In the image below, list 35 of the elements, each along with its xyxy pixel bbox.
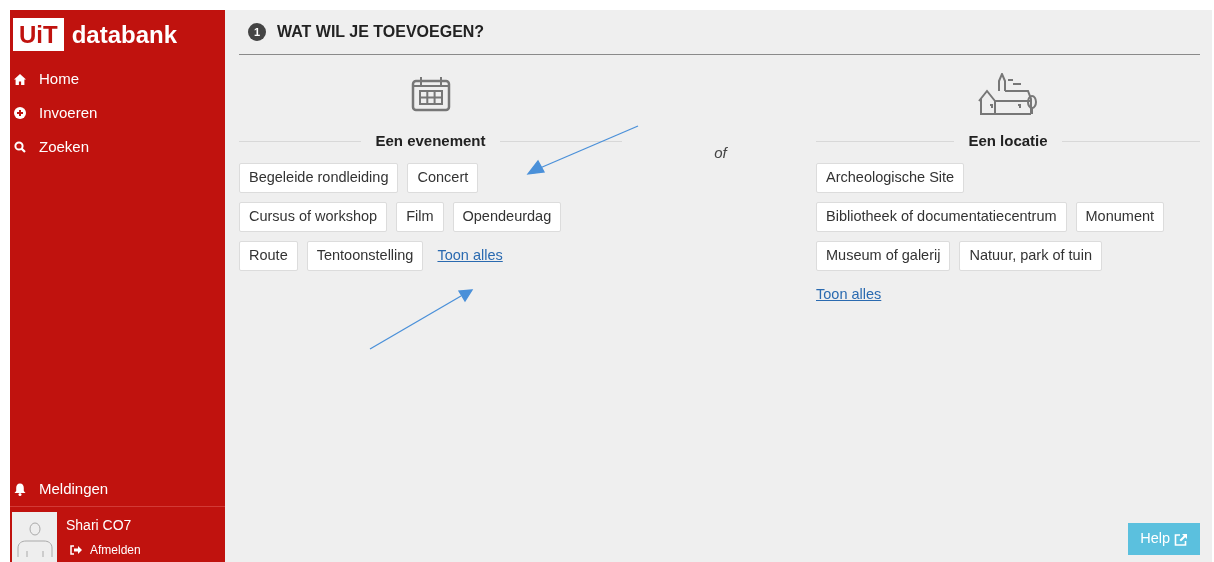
calendar-icon — [410, 76, 451, 112]
section-title: Een evenement — [375, 130, 486, 151]
category-tag[interactable]: Route — [239, 241, 298, 271]
nav-link[interactable]: Home — [10, 62, 225, 96]
category-tag[interactable]: Concert — [407, 163, 479, 193]
search-icon — [14, 141, 26, 153]
category-tag[interactable]: Opendeurdag — [452, 202, 562, 232]
home-icon — [14, 73, 26, 85]
logo-mark: UiT — [13, 18, 64, 51]
category-tag[interactable]: Begeleide rondleiding — [239, 163, 399, 193]
avatar-icon — [12, 512, 57, 562]
category-tag[interactable]: Tentoonstelling — [306, 241, 424, 271]
category-tag[interactable]: Natuur, park of tuin — [959, 241, 1102, 271]
nav-link[interactable]: Zoeken — [10, 130, 225, 164]
bell-icon — [14, 483, 26, 496]
category-tag[interactable]: Museum of galerij — [816, 241, 951, 271]
church-icon — [978, 73, 1038, 115]
logout-link[interactable]: Afmelden — [66, 541, 141, 559]
plus-icon — [14, 107, 26, 119]
section-title: Een locatie — [968, 130, 1048, 151]
nav-link[interactable]: Invoeren — [10, 96, 225, 130]
category-tag[interactable]: Bibliotheek of documentatiecentrum — [816, 202, 1067, 232]
step-number: 1 — [248, 23, 266, 41]
step-title: WAT WIL JE TOEVOEGEN? — [277, 22, 485, 42]
user-name: Shari CO7 — [66, 516, 133, 535]
logo-text: databank — [71, 19, 178, 50]
show-all-link[interactable]: Toon alles — [816, 284, 882, 306]
category-tag[interactable]: Film — [396, 202, 444, 232]
show-all-link[interactable]: Toon alles — [437, 245, 503, 267]
external-link-icon — [1174, 532, 1188, 546]
sign-out-icon — [70, 545, 82, 555]
category-tag[interactable]: Archeologische Site — [816, 163, 965, 193]
separator-text: of — [713, 143, 727, 163]
category-tag[interactable]: Monument — [1075, 202, 1165, 232]
category-tag[interactable]: Cursus of workshop — [239, 202, 388, 232]
